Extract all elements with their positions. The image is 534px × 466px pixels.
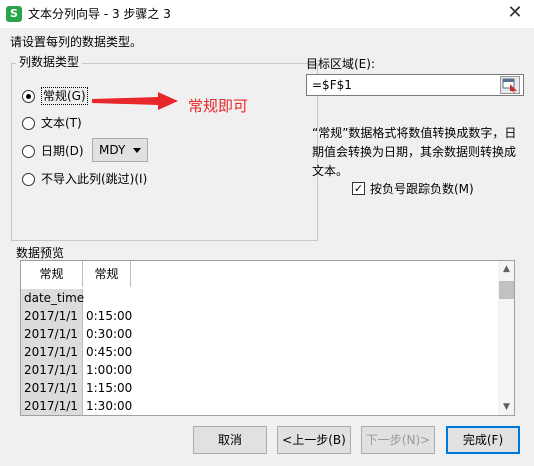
preview-label: 数据预览 [16,246,65,260]
range-select-button[interactable] [500,76,520,94]
data-preview[interactable]: 常规 常规 date_time 2017/1/1 0:15:00 2017/1/… [20,260,515,416]
preview-header-1[interactable]: 常规 [21,261,83,287]
window-title: 文本分列向导 - 3 步骤之 3 [28,7,171,21]
preview-cell: 2017/1/1 [21,379,83,397]
preview-cell: 0:30:00 [86,327,133,341]
radio-text-label: 文本(T) [41,116,82,130]
preview-cell: 2017/1/1 [21,361,83,379]
cancel-button[interactable]: 取消 [193,426,267,454]
date-format-value: MDY [99,143,126,157]
radio-general[interactable]: 常规(G) [22,87,88,105]
radio-skip-label: 不导入此列(跳过)(I) [41,172,148,186]
negative-checkbox[interactable]: ✓ [352,182,365,195]
scroll-up-icon[interactable]: ▲ [498,261,514,277]
radio-text-indicator[interactable] [22,116,35,130]
range-select-icon [502,78,517,93]
annotation-arrow-icon [92,92,178,110]
radio-general-label: 常规(G) [41,87,88,105]
column-type-legend: 列数据类型 [16,55,83,69]
negative-checkbox-label: 按负号跟踪负数(M) [370,182,474,196]
preview-cell: 1:00:00 [86,363,133,377]
scroll-thumb[interactable] [499,281,514,299]
preview-cell: 2017/1/1 [21,325,83,343]
preview-cell: 2017/1/1 [21,397,83,415]
radio-date[interactable]: 日期(D) [22,143,84,159]
radio-general-indicator[interactable] [22,89,35,103]
radio-skip[interactable]: 不导入此列(跳过)(I) [22,171,147,187]
preview-cell: 2017/1/1 [21,343,83,361]
preview-header-2[interactable]: 常规 [83,261,131,287]
preview-cell: 2017/1/1 [21,307,83,325]
radio-date-label: 日期(D) [41,144,84,158]
format-description: “常规”数据格式将数值转换成数字，日期值会转换为日期，其余数据则转换成文本。 [312,126,517,178]
finish-button[interactable]: 完成(F) [446,426,520,454]
preview-cell [83,289,131,307]
spreadsheet-app-icon: S [6,6,22,22]
preview-cell: 1:15:00 [86,381,133,395]
date-format-select[interactable]: MDY [92,138,148,162]
instruction-text: 请设置每列的数据类型。 [10,35,143,49]
next-button[interactable]: 下一步(N)> [361,426,435,454]
scroll-down-icon[interactable]: ▼ [498,399,514,415]
radio-date-indicator[interactable] [22,144,35,158]
annotation-text: 常规即可 [188,97,249,115]
close-icon[interactable]: ✕ [500,2,530,26]
chevron-down-icon [133,148,141,153]
destination-label: 目标区域(E): [306,57,375,71]
preview-cell: 0:15:00 [86,309,133,323]
back-button[interactable]: <上一步(B) [277,426,351,454]
radio-text[interactable]: 文本(T) [22,115,82,131]
radio-skip-indicator[interactable] [22,172,35,186]
preview-cell: date_time [21,289,84,307]
destination-value: =$F$1 [312,78,352,92]
preview-cell: 1:30:00 [86,399,133,413]
preview-cell: 0:45:00 [86,345,133,359]
